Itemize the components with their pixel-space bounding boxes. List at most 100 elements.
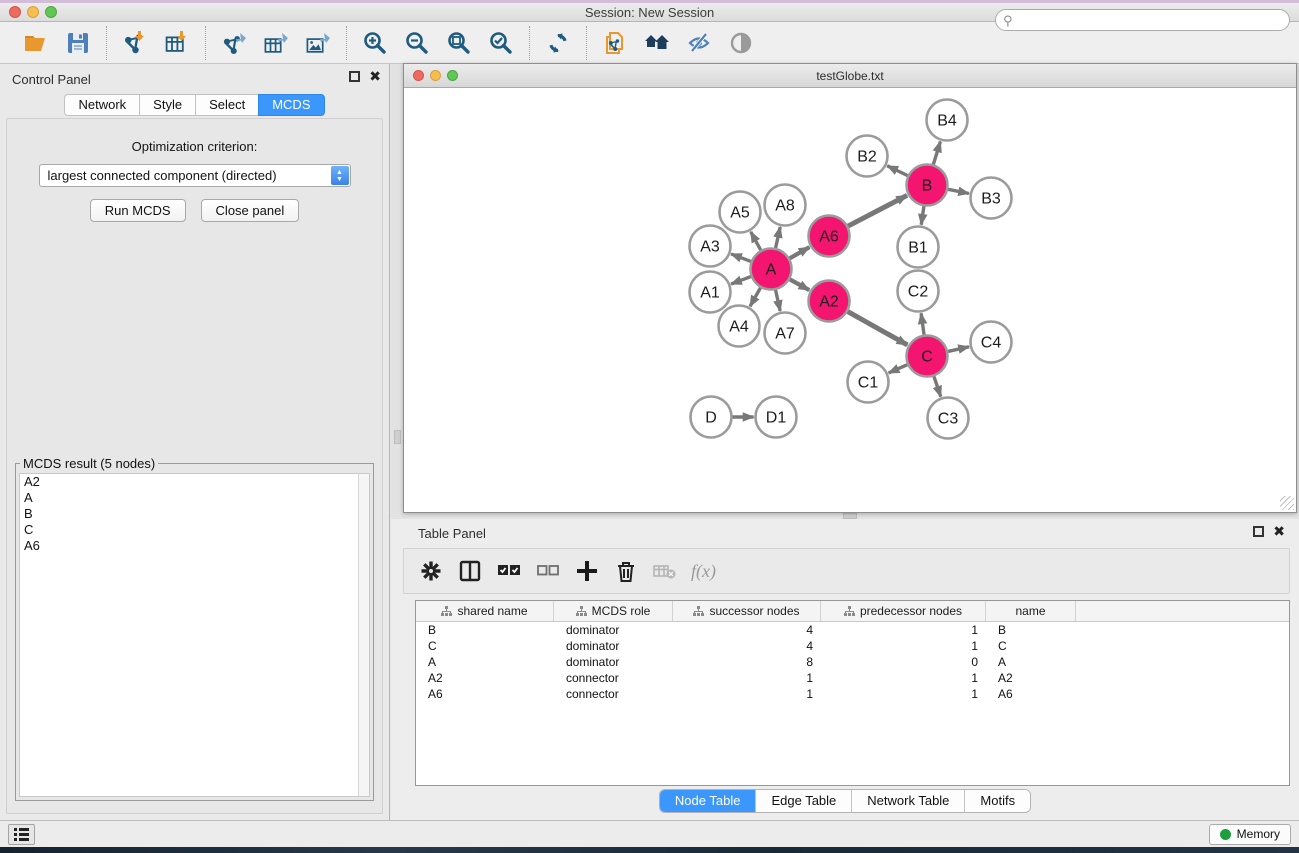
network-canvas[interactable]: B4B2BB3A5A8A6B1A3AC2A1A2A4A7C4CC1C3DD1 <box>404 88 1296 512</box>
network-window-titlebar[interactable]: testGlobe.txt <box>404 64 1296 88</box>
tab-mcds[interactable]: MCDS <box>258 94 324 116</box>
edge-B-B1[interactable] <box>921 206 924 224</box>
node-A[interactable]: A <box>751 249 792 290</box>
window-resize-grip[interactable] <box>1280 496 1294 510</box>
node-C2[interactable]: C2 <box>898 271 939 312</box>
zoom-window-button[interactable] <box>45 6 57 18</box>
table-row[interactable]: Adominator80A <box>416 654 1289 670</box>
edge-C-C2[interactable] <box>921 313 924 334</box>
node-A5[interactable]: A5 <box>720 192 761 233</box>
export-table-button[interactable] <box>258 27 294 59</box>
add-column-button[interactable] <box>572 556 602 586</box>
mcds-result-list[interactable]: A2ABCA6 <box>19 473 370 797</box>
table-row[interactable]: Bdominator41B <box>416 622 1289 638</box>
minimize-network-button[interactable] <box>430 70 441 81</box>
float-table-panel-icon[interactable] <box>1253 526 1264 537</box>
tab-edge-table[interactable]: Edge Table <box>756 790 852 812</box>
node-A4[interactable]: A4 <box>719 306 760 347</box>
edge-A-A6[interactable] <box>790 247 810 258</box>
tab-node-table[interactable]: Node Table <box>660 790 757 812</box>
column-header-MCDS-role[interactable]: MCDS role <box>554 601 673 621</box>
run-mcds-button[interactable]: Run MCDS <box>90 199 186 222</box>
export-image-button[interactable] <box>300 27 336 59</box>
result-list-item[interactable]: B <box>20 506 369 522</box>
search-input[interactable] <box>995 9 1290 31</box>
edge-C-C1[interactable] <box>889 365 908 373</box>
edge-B-B3[interactable] <box>948 189 969 193</box>
node-B[interactable]: B <box>907 165 948 206</box>
import-table-button[interactable] <box>159 27 195 59</box>
node-A6[interactable]: A6 <box>809 216 850 257</box>
table-row[interactable]: A2connector11A2 <box>416 670 1289 686</box>
refresh-button[interactable] <box>540 27 576 59</box>
fx-button[interactable]: f(x) <box>689 556 716 586</box>
vertical-splitter-grip[interactable] <box>394 430 401 444</box>
edge-A-A5[interactable] <box>751 232 761 250</box>
network-graph[interactable]: B4B2BB3A5A8A6B1A3AC2A1A2A4A7C4CC1C3DD1 <box>404 88 1296 512</box>
edge-A-A8[interactable] <box>776 227 781 248</box>
zoom-in-button[interactable] <box>357 27 393 59</box>
node-A7[interactable]: A7 <box>765 313 806 354</box>
edge-A-A2[interactable] <box>790 279 809 290</box>
clone-network-button[interactable] <box>597 27 633 59</box>
tab-motifs[interactable]: Motifs <box>965 790 1030 812</box>
node-table[interactable]: shared nameMCDS rolesuccessor nodesprede… <box>415 600 1290 786</box>
zoom-out-button[interactable] <box>399 27 435 59</box>
table-row[interactable]: A6connector11A6 <box>416 686 1289 702</box>
open-file-button[interactable] <box>18 27 54 59</box>
column-header-successor-nodes[interactable]: successor nodes <box>673 601 821 621</box>
node-C1[interactable]: C1 <box>848 362 889 403</box>
node-B4[interactable]: B4 <box>927 100 968 141</box>
node-C4[interactable]: C4 <box>971 322 1012 363</box>
node-B3[interactable]: B3 <box>971 178 1012 219</box>
result-list-item[interactable]: A6 <box>20 538 369 554</box>
close-window-button[interactable] <box>9 6 21 18</box>
node-A1[interactable]: A1 <box>690 272 731 313</box>
node-D1[interactable]: D1 <box>756 397 797 438</box>
node-A3[interactable]: A3 <box>690 226 731 267</box>
deselect-all-button[interactable] <box>533 556 563 586</box>
criterion-select[interactable]: largest connected component (directed) ▲… <box>39 164 351 187</box>
float-panel-icon[interactable] <box>349 71 360 82</box>
task-history-button[interactable] <box>8 824 35 845</box>
node-A2[interactable]: A2 <box>809 281 850 322</box>
result-list-item[interactable]: A <box>20 490 369 506</box>
tab-network[interactable]: Network <box>64 94 139 116</box>
edge-A-A3[interactable] <box>731 254 751 261</box>
result-scrollbar[interactable] <box>358 474 369 796</box>
memory-button[interactable]: Memory <box>1209 824 1291 845</box>
zoom-selected-button[interactable] <box>483 27 519 59</box>
tab-network-table[interactable]: Network Table <box>852 790 965 812</box>
export-network-button[interactable] <box>216 27 252 59</box>
minimize-window-button[interactable] <box>27 6 39 18</box>
delete-table-button[interactable] <box>650 556 680 586</box>
close-panel-button[interactable]: Close panel <box>201 199 300 222</box>
save-session-button[interactable] <box>60 27 96 59</box>
edge-A-A1[interactable] <box>731 277 751 284</box>
table-row[interactable]: Cdominator41C <box>416 638 1289 654</box>
edge-A-A7[interactable] <box>776 290 781 311</box>
select-all-button[interactable] <box>494 556 524 586</box>
tab-style[interactable]: Style <box>139 94 195 116</box>
delete-column-button[interactable] <box>611 556 641 586</box>
node-C3[interactable]: C3 <box>928 398 969 439</box>
node-B2[interactable]: B2 <box>847 136 888 177</box>
edge-A2-C[interactable] <box>848 312 908 345</box>
close-panel-icon[interactable]: ✖ <box>369 71 381 82</box>
result-list-item[interactable]: A2 <box>20 474 369 490</box>
edge-B-B4[interactable] <box>933 142 940 165</box>
home-button[interactable] <box>639 27 675 59</box>
tab-select[interactable]: Select <box>195 94 258 116</box>
split-view-button[interactable] <box>455 556 485 586</box>
node-D[interactable]: D <box>691 397 732 438</box>
node-B1[interactable]: B1 <box>898 227 939 268</box>
node-C[interactable]: C <box>907 336 948 377</box>
zoom-network-button[interactable] <box>447 70 458 81</box>
column-header-name[interactable]: name <box>986 601 1076 621</box>
zoom-fit-button[interactable] <box>441 27 477 59</box>
column-header-predecessor-nodes[interactable]: predecessor nodes <box>821 601 986 621</box>
column-header-shared-name[interactable]: shared name <box>416 601 554 621</box>
hide-preview-button[interactable] <box>681 27 717 59</box>
edge-C-C3[interactable] <box>934 376 941 396</box>
import-network-button[interactable] <box>117 27 153 59</box>
